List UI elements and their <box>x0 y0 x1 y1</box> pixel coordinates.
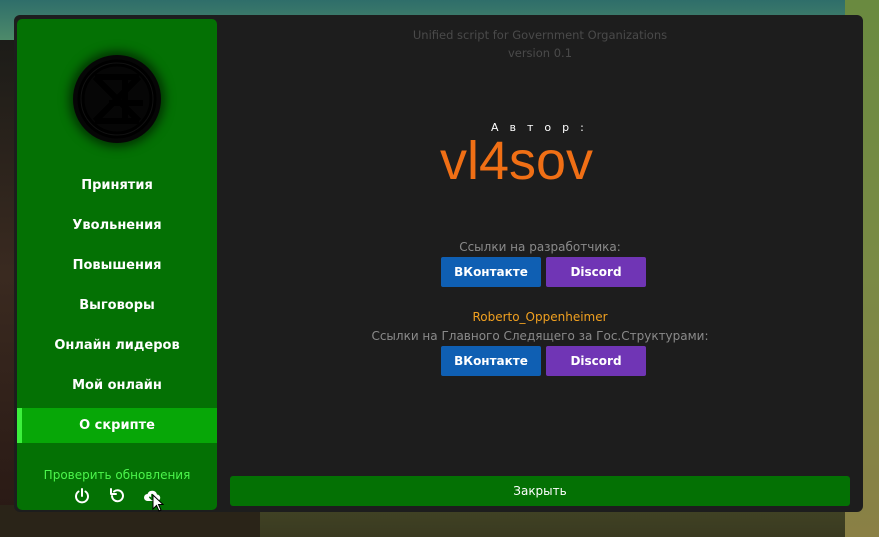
close-button[interactable]: Закрыть <box>230 476 850 506</box>
supervisor-discord-button[interactable]: Discord <box>546 346 646 376</box>
supervisor-vk-button[interactable]: ВКонтакте <box>441 346 541 376</box>
sidebar-item-reprimands[interactable]: Выговоры <box>17 288 217 323</box>
supervisor-links-label: Ссылки на Главного Следящего за Гос.Стру… <box>371 329 709 343</box>
script-title: Unified script for Government Organizati… <box>412 28 668 42</box>
sidebar-item-about-script[interactable]: О скрипте <box>17 408 217 443</box>
author-name: vl4sov <box>440 131 594 191</box>
sidebar-item-leaders-online[interactable]: Онлайн лидеров <box>17 328 217 363</box>
logo-icon <box>77 59 157 139</box>
sidebar-item-promotions[interactable]: Повышения <box>17 248 217 283</box>
mouse-cursor-icon <box>152 493 166 512</box>
sidebar-item-dismissals[interactable]: Увольнения <box>17 208 217 243</box>
logo <box>73 55 161 143</box>
power-icon[interactable] <box>73 487 91 505</box>
script-version: version 0.1 <box>507 46 573 60</box>
developer-vk-button[interactable]: ВКонтакте <box>441 257 541 287</box>
sidebar-item-hiring[interactable]: Принятия <box>17 168 217 203</box>
developer-discord-button[interactable]: Discord <box>546 257 646 287</box>
check-updates-link[interactable]: Проверить обновления <box>17 468 217 482</box>
supervisor-name: Roberto_Oppenheimer <box>472 310 608 324</box>
developer-links-label: Ссылки на разработчика: <box>459 240 621 254</box>
sidebar-item-my-online[interactable]: Мой онлайн <box>17 368 217 403</box>
reload-icon[interactable] <box>108 487 126 505</box>
